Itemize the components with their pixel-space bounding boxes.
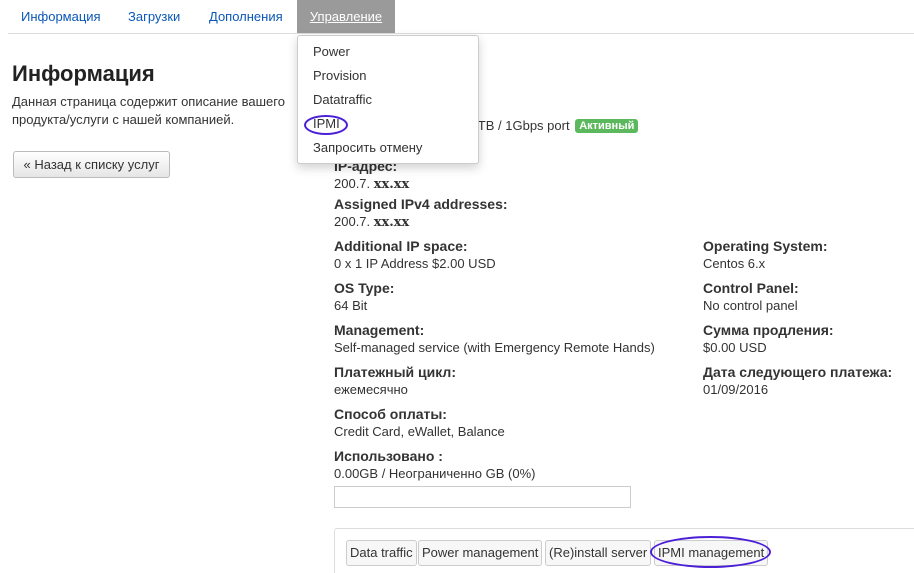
next-payment-field: Дата следующего платежа: 01/09/2016 <box>703 363 892 399</box>
control-panel-field: Control Panel: No control panel <box>703 279 799 315</box>
usage-field: Использовано : 0.00GB / Неограниченно GB… <box>334 447 535 483</box>
operating-system-label: Operating System: <box>703 238 828 254</box>
operating-system-field: Operating System: Centos 6.x <box>703 237 827 273</box>
status-badge: Активный <box>575 119 639 133</box>
renewal-amount-label: Сумма продления: <box>703 322 834 338</box>
tab-data-traffic[interactable]: Data traffic <box>346 540 417 566</box>
menu-item-datatraffic[interactable]: Datatraffic <box>298 88 478 112</box>
ip-value: 200.7. xx.xx <box>334 176 410 192</box>
renewal-amount-field: Сумма продления: $0.00 USD <box>703 321 834 357</box>
next-payment-value: 01/09/2016 <box>703 382 769 397</box>
operating-system-value: Centos 6.x <box>703 256 766 271</box>
tab-ipmi-management[interactable]: IPMI management <box>654 540 769 566</box>
nav-info[interactable]: Информация <box>21 0 101 33</box>
ipv4-label: Assigned IPv4 addresses: <box>334 196 508 212</box>
nav-management[interactable]: Управление <box>297 0 395 33</box>
control-panel-value: No control panel <box>703 298 798 313</box>
back-to-services-button[interactable]: « Назад к списку услуг <box>13 151 170 178</box>
additional-ip-field: Additional IP space: 0 x 1 IP Address $2… <box>334 237 496 273</box>
os-type-value: 64 Bit <box>334 298 368 313</box>
management-label: Management: <box>334 322 425 338</box>
os-type-field: OS Type: 64 Bit <box>334 279 394 315</box>
billing-cycle-value: ежемесячно <box>334 382 408 397</box>
ipv4-field: Assigned IPv4 addresses: 200.7. xx.xx <box>334 195 508 232</box>
management-dropdown: Power Provision Datatraffic IPMI Запроси… <box>297 35 479 164</box>
usage-value: 0.00GB / Неограниченно GB (0%) <box>334 466 536 481</box>
payment-method-field: Способ оплаты: Credit Card, eWallet, Bal… <box>334 405 505 441</box>
management-field: Management: Self-managed service (with E… <box>334 321 655 357</box>
ipv4-value: 200.7. xx.xx <box>334 214 410 230</box>
additional-ip-value: 0 x 1 IP Address $2.00 USD <box>334 256 496 271</box>
usage-label: Использовано : <box>334 448 443 464</box>
menu-item-power[interactable]: Power <box>298 40 478 64</box>
payment-method-value: Credit Card, eWallet, Balance <box>334 424 505 439</box>
page-description: Данная страница содержит описание вашего… <box>12 94 285 127</box>
billing-cycle-label: Платежный цикл: <box>334 364 456 380</box>
menu-item-cancel[interactable]: Запросить отмену <box>298 136 478 160</box>
tab-reinstall-server[interactable]: (Re)install server <box>545 540 652 566</box>
tab-power-management[interactable]: Power management <box>418 540 543 566</box>
highlight-circle <box>304 115 348 135</box>
usage-progress-bar <box>334 486 631 508</box>
additional-ip-label: Additional IP space: <box>334 238 468 254</box>
menu-item-ipmi[interactable]: IPMI <box>298 112 478 136</box>
page-title: Информация <box>12 61 155 86</box>
os-type-label: OS Type: <box>334 280 395 296</box>
renewal-amount-value: $0.00 USD <box>703 340 767 355</box>
control-panel-label: Control Panel: <box>703 280 799 296</box>
top-nav: Информация Загрузки Дополнения Управлени… <box>8 0 914 34</box>
next-payment-label: Дата следующего платежа: <box>703 364 893 380</box>
menu-item-provision[interactable]: Provision <box>298 64 478 88</box>
nav-downloads[interactable]: Загрузки <box>128 0 180 33</box>
nav-addons[interactable]: Дополнения <box>209 0 283 33</box>
billing-cycle-field: Платежный цикл: ежемесячно <box>334 363 456 399</box>
payment-method-label: Способ оплаты: <box>334 406 447 422</box>
management-value: Self-managed service (with Emergency Rem… <box>334 340 655 355</box>
